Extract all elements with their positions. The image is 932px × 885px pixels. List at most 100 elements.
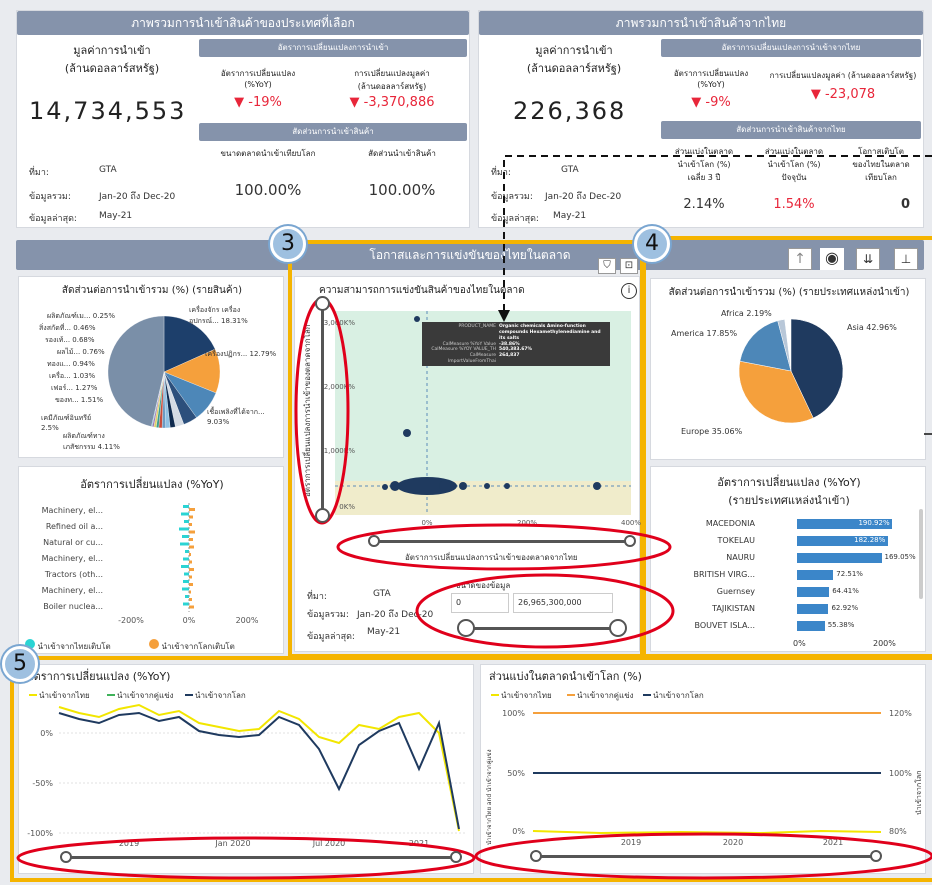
right-trend-slider-right-handle[interactable] bbox=[870, 850, 882, 862]
yoy-category-label: Boiler nuclea... bbox=[43, 602, 103, 611]
region-yoy-name: BOUVET ISLA... bbox=[694, 621, 756, 630]
thai-import-value: 226,368 bbox=[513, 97, 627, 125]
world-market-value: 100.00% bbox=[234, 181, 302, 199]
right-trend-slider-track[interactable] bbox=[536, 855, 876, 858]
product-yoy-chart[interactable]: Machinery, el... Refined oil a... Natural … bbox=[19, 467, 285, 655]
region-pie-label: Africa 2.19% bbox=[721, 309, 772, 318]
x-axis-slider-track[interactable] bbox=[374, 540, 630, 543]
pie-slice-label: ผลไม้... 0.76% bbox=[57, 348, 105, 356]
range-slider-max-handle[interactable] bbox=[609, 619, 627, 637]
tooltip-key: CalMeasure ImportValueFromThai bbox=[447, 353, 496, 365]
scatter-point bbox=[382, 484, 388, 490]
tooltip-row: CalMeasure ImportValueFromThai 264,837 bbox=[426, 353, 606, 365]
drill-up-icon[interactable]: ↑ bbox=[788, 248, 812, 270]
region-yoy-bar[interactable] bbox=[797, 570, 834, 580]
range-min-input[interactable]: 0 bbox=[451, 593, 509, 613]
line-legend-label: นำเข้าจากคู่แข่ง bbox=[117, 691, 174, 701]
range-slider-track[interactable] bbox=[465, 627, 615, 630]
scatter-source-value: GTA bbox=[373, 589, 391, 599]
yoy-bar-world bbox=[189, 605, 194, 609]
yoy-category-label: Tractors (oth... bbox=[44, 570, 103, 579]
x-axis-slider-right-handle[interactable] bbox=[624, 535, 636, 547]
region-yoy-value: 72.51% bbox=[836, 570, 863, 578]
line-x-tick: Jan 2020 bbox=[214, 839, 250, 848]
share-legend-label: นำเข้าจากคู่แข่ง bbox=[577, 691, 634, 701]
line-y-tick: -50% bbox=[32, 779, 53, 788]
region-yoy-rows: MACEDONIA 190.92% TOKELAU 182.28% NAURU 169.0… bbox=[651, 467, 927, 653]
pie-slice-label: ผลิตภัณฑ์ทางเภสัชกรรม 4.11% bbox=[63, 432, 120, 451]
region-yoy-bar[interactable] bbox=[797, 553, 882, 563]
change-value: ▼ -3,370,886 bbox=[349, 95, 435, 110]
region-yoy-name: TAJIKISTAN bbox=[712, 604, 755, 613]
pie-slice-label: เชื้อเพลิงที่ได้จาก... 9.03% bbox=[207, 408, 265, 426]
y-axis-slider-bottom-handle[interactable] bbox=[315, 508, 330, 523]
line-x-tick: Jul 2020 bbox=[312, 839, 346, 848]
legend-orange-dot bbox=[149, 639, 159, 649]
yoy-bar-thai bbox=[183, 505, 189, 508]
share-legend-label: นำเข้าจากไทย bbox=[501, 691, 552, 700]
yoy-line-chart[interactable]: นำเข้าจากไทย นำเข้าจากคู่แข่ง นำเข้าจากโลก… bbox=[19, 665, 475, 875]
thai-coverage-value: Jan-20 ถึง Dec-20 bbox=[545, 192, 622, 202]
share-x-tick: 2021 bbox=[823, 838, 843, 847]
pie-slice-label: สิ่งสกัดที่... 0.46% bbox=[39, 324, 96, 332]
thai-coverage-label: ข้อมูลรวม: bbox=[491, 192, 533, 202]
yoy-tick: -200% bbox=[118, 616, 144, 625]
region-yoy-card: อัตราการเปลี่ยนแปลง (%YoY) (รายประเทศแหล… bbox=[650, 466, 926, 652]
filter-icon[interactable]: ⛉ bbox=[598, 258, 616, 274]
share-now-label: ส่วนแบ่งในตลาด นำเข้าโลก (%) ปัจจุบัน bbox=[764, 147, 824, 182]
thai-source-label: ที่มา: bbox=[491, 168, 511, 178]
scatter-y-tick: 3,000K% bbox=[324, 319, 356, 327]
left-trend-slider-left-handle[interactable] bbox=[60, 851, 72, 863]
scatter-title: ความสามารถการแข่งขันสินค้าของไทยในตลาด bbox=[319, 285, 525, 296]
yoy-bar-world bbox=[189, 530, 195, 534]
expand-all-icon[interactable]: ⇊ bbox=[856, 248, 880, 270]
region-yoy-bar[interactable] bbox=[797, 621, 825, 631]
pie-slice-label: เครื่องจักร เครื่องอุปกรณ์... 18.31% bbox=[189, 306, 248, 325]
region-yoy-value: 64.41% bbox=[832, 587, 859, 595]
x-axis-slider-left-handle[interactable] bbox=[368, 535, 380, 547]
y-axis-slider-top-handle[interactable] bbox=[315, 296, 330, 311]
product-share-label: สัดส่วนนำเข้าสินค้า bbox=[368, 149, 436, 158]
range-label: ขนาดของข้อมูล bbox=[455, 581, 511, 590]
region-yoy-value: 62.92% bbox=[831, 604, 859, 612]
yoy-category-label: Machinery, el... bbox=[42, 506, 103, 515]
y-axis-slider-track[interactable] bbox=[321, 302, 324, 512]
line-legend-label: นำเข้าจากโลก bbox=[195, 690, 246, 700]
region-yoy-value: 190.92% bbox=[858, 519, 890, 527]
share-line-chart[interactable]: นำเข้าจากไทย นำเข้าจากคู่แข่ง นำเข้าจากโลก… bbox=[481, 665, 927, 875]
yoy-tick: 200% bbox=[236, 616, 259, 625]
legend-thai-growth[interactable]: นำเข้าจากไทยเติบโต bbox=[25, 639, 111, 653]
tooltip-key: PRODUCT_NAME bbox=[458, 324, 496, 329]
legend-world-growth[interactable]: นำเข้าจากโลกเติบโต bbox=[149, 639, 235, 653]
thai-yoy-label: อัตราการเปลี่ยนแปลง (%YoY) bbox=[673, 69, 749, 89]
scatter-y-label: อัตราการเปลี่ยนแปลงการนำเข้าของตลาดจากโล… bbox=[303, 324, 312, 497]
scatter-point bbox=[414, 316, 420, 322]
region-yoy-scrollbar[interactable] bbox=[919, 509, 923, 599]
right-trend-slider-left-handle[interactable] bbox=[530, 850, 542, 862]
product-yoy-card: อัตราการเปลี่ยนแปลง (%YoY) Machinery, el… bbox=[18, 466, 284, 654]
yoy-value: ▼ -19% bbox=[234, 95, 282, 110]
yoy-category-label: Machinery, el... bbox=[42, 554, 103, 563]
yoy-bar-thai bbox=[179, 527, 189, 531]
yoy-bar-thai bbox=[185, 595, 189, 598]
share-y-tick-right: 120% bbox=[889, 709, 912, 718]
left-trend-slider-right-handle[interactable] bbox=[450, 851, 462, 863]
product-share-value: 100.00% bbox=[368, 181, 436, 199]
region-yoy-bar[interactable] bbox=[797, 587, 830, 597]
yoy-bar-thai bbox=[183, 557, 189, 561]
region-yoy-name: MACEDONIA bbox=[705, 519, 755, 528]
region-yoy-bar[interactable] bbox=[797, 604, 829, 614]
rate-banner: อัตราการเปลี่ยนแปลงการนำเข้า bbox=[199, 39, 467, 57]
country-overview-panel: ภาพรวมการนำเข้าสินค้าของประเทศที่เลือก ม… bbox=[16, 10, 470, 228]
drill-down-icon[interactable]: ◉ bbox=[820, 248, 844, 270]
range-slider-min-handle[interactable] bbox=[457, 619, 475, 637]
pie-slice-label: เฟอร์... 1.27% bbox=[51, 384, 98, 392]
opportunity-value: 0 bbox=[901, 197, 911, 212]
focus-mode-icon[interactable]: ⊡ bbox=[620, 258, 638, 274]
yoy-bar-world bbox=[189, 508, 195, 511]
thai-yoy-value: ▼ -9% bbox=[691, 95, 731, 110]
range-max-input[interactable]: 26,965,300,000 bbox=[513, 593, 613, 613]
hierarchy-icon[interactable]: ⊥ bbox=[894, 248, 918, 270]
left-trend-slider-track[interactable] bbox=[66, 856, 456, 859]
import-value-label: มูลค่าการนำเข้า (ล้านดอลลาร์สหรัฐ) bbox=[64, 44, 160, 75]
